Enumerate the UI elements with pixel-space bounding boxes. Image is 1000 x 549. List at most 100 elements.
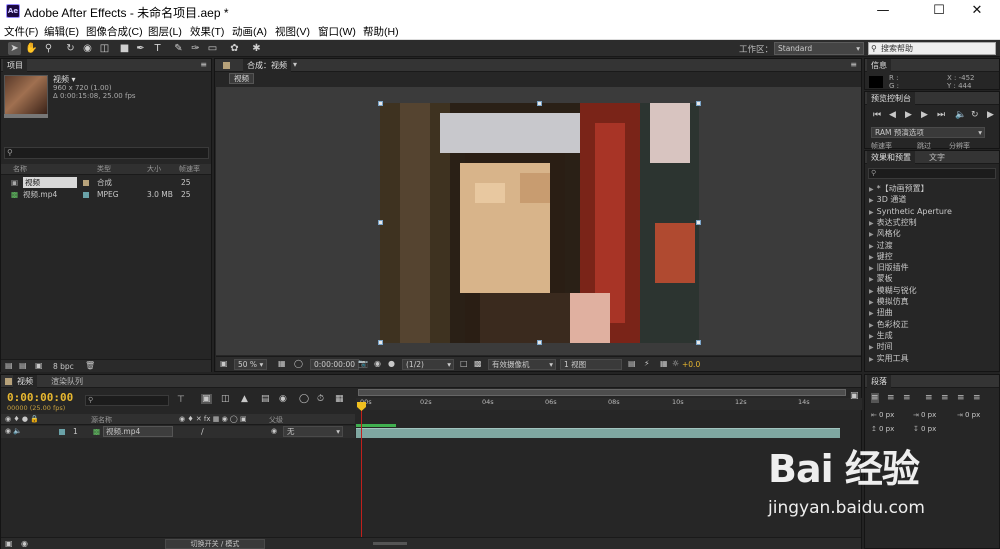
- transform-handle[interactable]: [696, 101, 701, 106]
- timeline-search-input[interactable]: ⚲: [85, 395, 169, 406]
- expand-triangle-icon[interactable]: ▶: [869, 276, 874, 283]
- tab-render-queue[interactable]: 渲染队列: [47, 375, 87, 388]
- mask-visibility-icon[interactable]: ◯: [294, 359, 303, 368]
- effects-category-item[interactable]: ▶ 实用工具: [869, 353, 909, 365]
- new-folder-icon[interactable]: ▤: [19, 361, 27, 370]
- project-row[interactable]: ▩ 视频.mp4 MPEG 3.0 MB 25: [1, 189, 211, 200]
- expand-triangle-icon[interactable]: ▶: [869, 299, 874, 306]
- camera-dropdown[interactable]: 有效摄像机 ▾: [488, 359, 556, 370]
- project-search-input[interactable]: ⚲: [4, 147, 209, 159]
- menu-animation[interactable]: 动画(A): [232, 24, 267, 39]
- show-channel-icon[interactable]: ◉: [374, 359, 381, 368]
- time-ruler[interactable]: 00s 02s 04s 06s 08s 10s 12s 14s: [356, 398, 862, 410]
- first-frame-icon[interactable]: ⏮: [873, 110, 881, 120]
- zoom-dropdown[interactable]: 50 % ▾: [234, 359, 268, 370]
- comp-mini-flowchart-icon[interactable]: ⊤: [177, 395, 185, 405]
- space-before-value[interactable]: 0 px: [879, 425, 894, 433]
- camera-tool-icon[interactable]: ◉: [81, 42, 94, 55]
- eraser-tool-icon[interactable]: ▭: [206, 42, 219, 55]
- tab-composition[interactable]: 合成：视频: [243, 59, 291, 72]
- transform-handle[interactable]: [378, 101, 383, 106]
- live-update-icon[interactable]: ▣: [201, 394, 212, 404]
- chevron-down-icon[interactable]: ▾: [293, 60, 297, 69]
- pan-behind-tool-icon[interactable]: ◫: [98, 42, 111, 55]
- project-row[interactable]: ▣ 视频 合成 25: [1, 177, 211, 188]
- comp-button-icon[interactable]: ▣: [850, 391, 859, 401]
- indent-right-value[interactable]: 0 px: [921, 411, 936, 419]
- transform-handle[interactable]: [696, 220, 701, 225]
- loop-icon[interactable]: ↻: [971, 110, 979, 120]
- tab-effects-presets[interactable]: 效果和预置: [867, 151, 915, 164]
- transform-handle[interactable]: [378, 340, 383, 345]
- tab-timeline-comp[interactable]: 视频: [13, 375, 37, 388]
- exposure-value[interactable]: +0.0: [682, 360, 700, 369]
- roto-brush-tool-icon[interactable]: ✿: [228, 42, 241, 55]
- audio-icon[interactable]: 🔈: [955, 110, 966, 120]
- transparency-grid-icon[interactable]: ▩: [474, 359, 482, 368]
- expand-triangle-icon[interactable]: ▶: [869, 288, 874, 295]
- toggle-pixel-aspect-icon[interactable]: ▤: [628, 359, 636, 368]
- align-left-icon[interactable]: ≡: [871, 393, 879, 403]
- auto-keyframe-icon[interactable]: ⏱: [317, 394, 324, 404]
- first-line-indent-value[interactable]: 0 px: [965, 411, 980, 419]
- play-icon[interactable]: ▶: [905, 110, 912, 120]
- zoom-tool-icon[interactable]: ⚲: [42, 42, 55, 55]
- toggle-modes-icon[interactable]: ◉: [21, 539, 28, 548]
- panel-menu-icon[interactable]: ≡: [850, 60, 857, 69]
- panel-menu-icon[interactable]: ≡: [200, 60, 207, 69]
- menu-composition[interactable]: 图像合成(C): [86, 24, 143, 39]
- transform-handle[interactable]: [537, 101, 542, 106]
- col-name[interactable]: 名称: [13, 164, 27, 175]
- flowchart-icon[interactable]: ▦: [660, 359, 668, 368]
- parent-dropdown[interactable]: 无 ▾: [283, 426, 343, 437]
- resolution-dropdown[interactable]: (1/2) ▾: [402, 359, 454, 370]
- region-of-interest-icon[interactable]: □: [460, 359, 468, 368]
- layer-duration-bar[interactable]: [356, 428, 840, 438]
- selection-tool-icon[interactable]: ➤: [8, 42, 21, 55]
- timeline-layer-row[interactable]: ◉ 🔈 1 ▩ 视频.mp4 ∕ ◉ 无 ▾: [1, 426, 355, 438]
- expand-triangle-icon[interactable]: ▶: [869, 356, 874, 363]
- transform-handle[interactable]: [537, 340, 542, 345]
- indent-left-value[interactable]: 0 px: [879, 411, 894, 419]
- ram-preview-dropdown[interactable]: RAM 预演选项 ▾: [871, 127, 985, 138]
- label-color-swatch[interactable]: [83, 180, 89, 186]
- last-frame-icon[interactable]: ⏭: [937, 110, 945, 120]
- expand-triangle-icon[interactable]: ▶: [869, 310, 874, 317]
- expand-triangle-icon[interactable]: ▶: [869, 344, 874, 351]
- expand-triangle-icon[interactable]: ▶: [869, 186, 874, 193]
- exposure-icon[interactable]: ☼: [672, 359, 679, 368]
- current-time-display[interactable]: 0:00:00:00: [7, 391, 73, 404]
- composition-viewer[interactable]: [216, 87, 861, 355]
- col-fps[interactable]: 帧速率: [179, 164, 200, 175]
- workspace-dropdown[interactable]: Standard ▾: [774, 42, 864, 55]
- layer-label-swatch[interactable]: [59, 429, 65, 435]
- pick-whip-icon[interactable]: ◉: [271, 427, 277, 435]
- draft-3d-icon[interactable]: ◫: [221, 394, 230, 404]
- puppet-tool-icon[interactable]: ✱: [250, 42, 263, 55]
- space-after-value[interactable]: 0 px: [921, 425, 936, 433]
- justify-left-icon[interactable]: ≡: [925, 393, 933, 403]
- expand-triangle-icon[interactable]: ▶: [869, 254, 874, 261]
- rectangle-tool-icon[interactable]: ■: [118, 42, 131, 55]
- color-channel-icon[interactable]: ●: [388, 359, 395, 368]
- previous-frame-icon[interactable]: ◀: [889, 110, 896, 120]
- expand-triangle-icon[interactable]: ▶: [869, 333, 874, 340]
- clone-tool-icon[interactable]: ✑: [189, 42, 202, 55]
- video-toggle-icon[interactable]: ◉ 🔈: [5, 427, 22, 435]
- close-icon[interactable]: ✕: [954, 0, 1000, 22]
- ram-preview-icon[interactable]: ▶: [987, 110, 994, 120]
- expand-triangle-icon[interactable]: ▶: [869, 197, 874, 204]
- expand-triangle-icon[interactable]: ▶: [869, 231, 874, 238]
- menu-file[interactable]: 文件(F): [4, 24, 38, 39]
- text-tool-icon[interactable]: T: [151, 42, 164, 55]
- comp-breadcrumb[interactable]: 视频: [229, 73, 254, 84]
- playhead-line[interactable]: [361, 403, 362, 549]
- hide-shy-layers-icon[interactable]: ▲: [241, 394, 248, 404]
- fast-previews-icon[interactable]: ⚡: [644, 359, 650, 368]
- hand-tool-icon[interactable]: ✋: [25, 42, 38, 55]
- align-center-icon[interactable]: ≡: [887, 393, 895, 403]
- label-color-swatch[interactable]: [83, 192, 89, 198]
- col-source-name[interactable]: 源名称: [91, 415, 112, 425]
- work-area-bar[interactable]: [358, 389, 846, 396]
- bit-depth-button[interactable]: 8 bpc: [53, 362, 74, 371]
